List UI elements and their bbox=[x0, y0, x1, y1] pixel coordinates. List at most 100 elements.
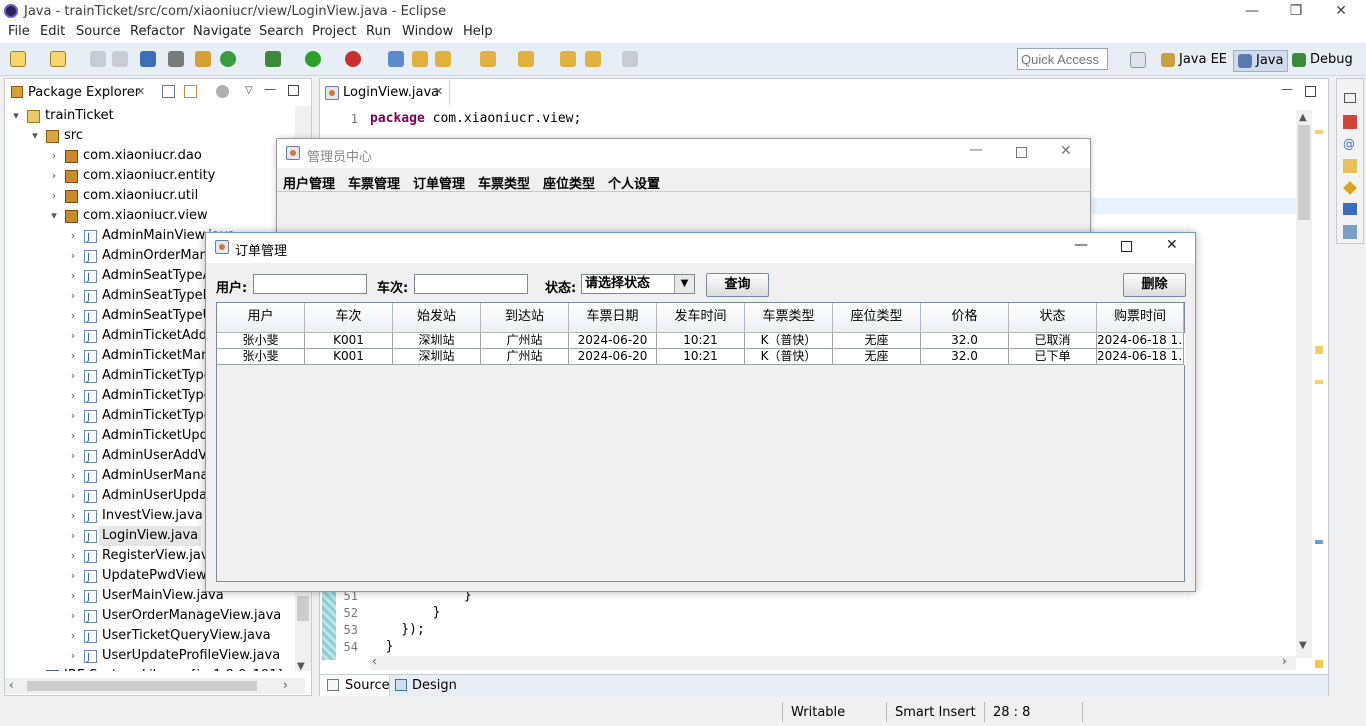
menu-ticket-management[interactable]: 车票管理 bbox=[348, 173, 400, 192]
collapsed-arrow-icon[interactable]: › bbox=[68, 226, 78, 246]
skip-breakpoints-icon[interactable] bbox=[168, 51, 184, 67]
tree-item[interactable]: › com.xiaoniucr.util bbox=[5, 186, 295, 206]
collapsed-arrow-icon[interactable]: › bbox=[68, 586, 78, 606]
collapsed-arrow-icon[interactable]: › bbox=[68, 366, 78, 386]
minimize-button[interactable]: — bbox=[1229, 0, 1275, 23]
collapsed-arrow-icon[interactable]: › bbox=[68, 526, 78, 546]
quick-access-input[interactable] bbox=[1017, 48, 1108, 70]
tree-item[interactable]: ▾ trainTicket bbox=[5, 106, 295, 126]
run-icon[interactable] bbox=[305, 51, 321, 67]
back-icon[interactable] bbox=[585, 51, 601, 67]
collapsed-arrow-icon[interactable]: › bbox=[49, 146, 59, 166]
design-tab[interactable]: Design bbox=[392, 675, 458, 696]
collapsed-arrow-icon[interactable]: › bbox=[68, 306, 78, 326]
tree-item[interactable]: › UserTicketQueryView.java bbox=[5, 626, 295, 648]
collapsed-arrow-icon[interactable]: › bbox=[68, 286, 78, 306]
collapsed-arrow-icon[interactable]: › bbox=[68, 626, 78, 646]
editor-horizontal-scrollbar[interactable]: ‹ › bbox=[370, 654, 1296, 670]
tree-horizontal-scrollbar[interactable]: ‹ › bbox=[5, 678, 305, 694]
debug-icon[interactable] bbox=[265, 51, 281, 67]
menu-help[interactable]: Help bbox=[463, 24, 493, 39]
search-icon[interactable] bbox=[435, 51, 451, 67]
position-marker[interactable] bbox=[1315, 660, 1323, 668]
warning-marker[interactable] bbox=[1315, 130, 1323, 134]
column-header[interactable]: 车票类型 bbox=[745, 303, 833, 333]
restore-button[interactable]: ❐ bbox=[1273, 0, 1319, 23]
refresh-icon[interactable] bbox=[220, 51, 236, 67]
perspective-java[interactable]: Java bbox=[1233, 50, 1289, 72]
tree-item[interactable]: › JRE System Library [jre1.8.0_191] bbox=[5, 666, 295, 671]
close-button[interactable]: ✕ bbox=[1318, 0, 1364, 23]
tree-item[interactable]: › UserOrderManageView.java bbox=[5, 606, 295, 628]
outline-icon[interactable] bbox=[1343, 225, 1357, 239]
menu-refactor[interactable]: Refactor bbox=[130, 24, 185, 39]
column-header[interactable]: 座位类型 bbox=[833, 303, 921, 333]
chevron-down-icon[interactable]: ▼ bbox=[674, 275, 694, 293]
package-icon[interactable] bbox=[195, 51, 211, 67]
collapsed-arrow-icon[interactable]: › bbox=[68, 606, 78, 626]
column-header[interactable]: 到达站 bbox=[481, 303, 569, 333]
new-java-class-icon[interactable] bbox=[388, 51, 404, 67]
javadoc-icon[interactable]: @ bbox=[1343, 137, 1355, 151]
close-view-icon[interactable]: ✕ bbox=[136, 85, 145, 98]
menu-navigate[interactable]: Navigate bbox=[193, 24, 251, 39]
tree-item[interactable]: › com.xiaoniucr.dao bbox=[5, 146, 295, 166]
column-header[interactable]: 购票时间 bbox=[1097, 303, 1184, 333]
external-tools-icon[interactable] bbox=[345, 51, 361, 67]
editor-tab-loginview[interactable]: LoginView.java ✕ bbox=[320, 79, 450, 105]
menu-seat-type[interactable]: 座位类型 bbox=[543, 173, 595, 192]
forward-icon[interactable] bbox=[622, 51, 638, 67]
expanded-arrow-icon[interactable]: ▾ bbox=[30, 126, 40, 146]
tasks-icon[interactable] bbox=[1343, 181, 1357, 195]
editor-scroll-up-icon[interactable]: ▲ bbox=[1299, 112, 1307, 123]
collapsed-arrow-icon[interactable]: › bbox=[68, 486, 78, 506]
column-header[interactable]: 始发站 bbox=[393, 303, 481, 333]
collapsed-arrow-icon[interactable]: › bbox=[68, 326, 78, 346]
admin-close-button[interactable]: ✕ bbox=[1060, 143, 1072, 159]
occurrence-marker[interactable] bbox=[1315, 540, 1323, 544]
menu-source[interactable]: Source bbox=[76, 24, 121, 39]
open-perspective-icon[interactable] bbox=[1130, 52, 1146, 68]
delete-button[interactable]: 删除 bbox=[1123, 273, 1186, 297]
save-icon[interactable] bbox=[90, 51, 106, 67]
editor-scroll-thumb[interactable] bbox=[1298, 125, 1310, 220]
collapsed-arrow-icon[interactable]: › bbox=[68, 646, 78, 666]
tree-hscroll-thumb[interactable] bbox=[27, 681, 257, 691]
user-input[interactable] bbox=[253, 274, 367, 294]
status-select[interactable]: 请选择状态 ▼ bbox=[581, 274, 695, 294]
problems-icon[interactable] bbox=[1343, 115, 1357, 129]
collapsed-arrow-icon[interactable]: › bbox=[49, 166, 59, 186]
next-annotation-icon[interactable] bbox=[480, 51, 496, 67]
expanded-arrow-icon[interactable]: ▾ bbox=[11, 106, 21, 126]
editor-scroll-left-icon[interactable]: ‹ bbox=[372, 654, 377, 668]
menu-window[interactable]: Window bbox=[402, 24, 453, 39]
view-menu-icon[interactable]: ▽ bbox=[245, 85, 253, 96]
scroll-down-icon[interactable]: ▼ bbox=[297, 661, 305, 672]
tree-item[interactable]: › UserUpdateProfileView.java bbox=[5, 646, 295, 668]
tree-item[interactable]: › com.xiaoniucr.entity bbox=[5, 166, 295, 186]
maximize-view-icon[interactable] bbox=[288, 85, 299, 96]
train-input[interactable] bbox=[414, 274, 528, 294]
expanded-arrow-icon[interactable]: ▾ bbox=[49, 206, 59, 226]
collapsed-arrow-icon[interactable]: › bbox=[68, 466, 78, 486]
minimize-view-icon[interactable]: — bbox=[264, 82, 276, 96]
open-type-icon[interactable] bbox=[412, 51, 428, 67]
menu-user-management[interactable]: 用户管理 bbox=[283, 173, 335, 192]
table-row[interactable]: 张小斐 K001 深圳站 广州站 2024-06-20 10:21 K（普快） 无座 32.0 已… bbox=[217, 333, 1185, 349]
editor-scroll-right-icon[interactable]: › bbox=[1282, 654, 1287, 668]
column-header[interactable]: 车票日期 bbox=[569, 303, 657, 333]
tree-item[interactable]: ▾ src bbox=[5, 126, 295, 146]
table-row[interactable]: 张小斐 K001 深圳站 广州站 2024-06-20 10:21 K（普快） 无座 32.0 已… bbox=[217, 349, 1185, 365]
column-header[interactable]: 发车时间 bbox=[657, 303, 745, 333]
dialog-minimize-button[interactable]: — bbox=[1074, 237, 1088, 253]
column-header[interactable]: 车次 bbox=[305, 303, 393, 333]
menu-order-management[interactable]: 订单管理 bbox=[413, 173, 465, 192]
admin-minimize-button[interactable]: — bbox=[969, 142, 983, 158]
menu-run[interactable]: Run bbox=[366, 24, 391, 39]
collapsed-arrow-icon[interactable]: › bbox=[49, 186, 59, 206]
warning-marker[interactable] bbox=[1315, 346, 1323, 354]
column-header[interactable]: 价格 bbox=[921, 303, 1009, 333]
console-view-icon[interactable] bbox=[1343, 203, 1357, 215]
collapsed-arrow-icon[interactable]: › bbox=[30, 666, 40, 671]
collapsed-arrow-icon[interactable]: › bbox=[68, 386, 78, 406]
